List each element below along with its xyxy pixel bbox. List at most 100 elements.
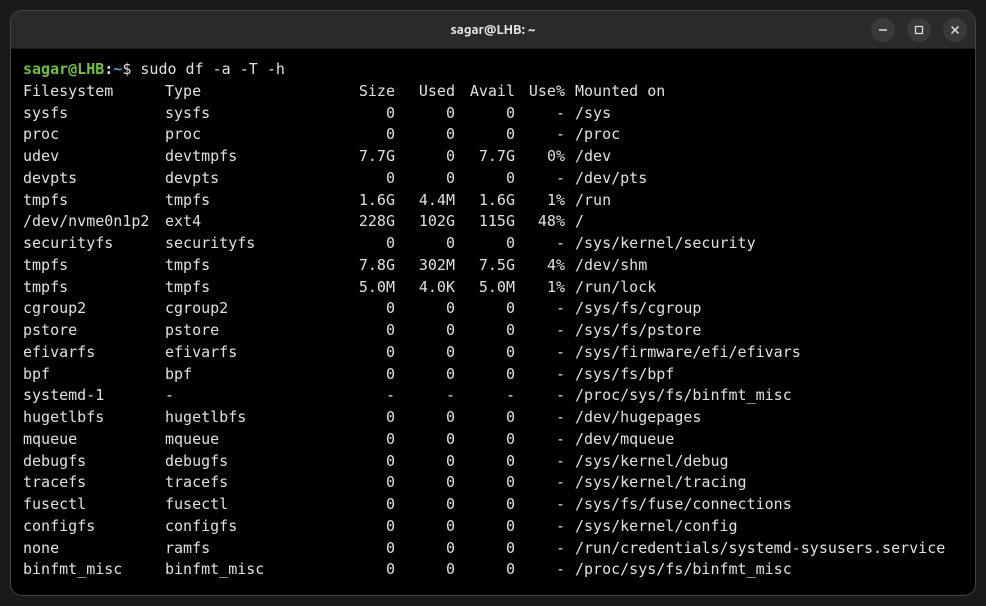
- cell-size: 0: [325, 516, 395, 538]
- cell-type: securityfs: [165, 233, 325, 255]
- cell-filesystem: efivarfs: [23, 342, 165, 364]
- cell-used: 0: [395, 342, 455, 364]
- cell-size: 0: [325, 538, 395, 560]
- cell-filesystem: debugfs: [23, 451, 165, 473]
- cell-usepct: 4%: [515, 255, 565, 277]
- cell-usepct: -: [515, 451, 565, 473]
- cell-mounted: /proc: [565, 124, 963, 146]
- cell-mounted: /sys/kernel/security: [565, 233, 963, 255]
- cell-used: 0: [395, 146, 455, 168]
- table-row: tmpfstmpfs5.0M4.0K5.0M1%/run/lock: [23, 277, 963, 299]
- cell-size: 0: [325, 168, 395, 190]
- close-button[interactable]: [943, 18, 967, 42]
- cell-type: -: [165, 385, 325, 407]
- cell-usepct: -: [515, 168, 565, 190]
- cell-usepct: 1%: [515, 190, 565, 212]
- table-row: noneramfs000-/run/credentials/systemd-sy…: [23, 538, 963, 560]
- cell-used: -: [395, 385, 455, 407]
- cell-size: 0: [325, 429, 395, 451]
- table-row: tmpfstmpfs7.8G302M7.5G4%/dev/shm: [23, 255, 963, 277]
- col-used: Used: [395, 81, 455, 103]
- cell-usepct: -: [515, 364, 565, 386]
- cell-avail: 0: [455, 124, 515, 146]
- cell-usepct: 1%: [515, 277, 565, 299]
- cell-size: 5.0M: [325, 277, 395, 299]
- cell-avail: 7.7G: [455, 146, 515, 168]
- col-filesystem: Filesystem: [23, 81, 165, 103]
- command-text: sudo df -a -T -h: [140, 60, 285, 78]
- cell-filesystem: devpts: [23, 168, 165, 190]
- cell-used: 0: [395, 407, 455, 429]
- cell-usepct: -: [515, 559, 565, 581]
- cell-filesystem: tracefs: [23, 472, 165, 494]
- cell-type: tmpfs: [165, 277, 325, 299]
- maximize-button[interactable]: [907, 18, 931, 42]
- col-avail: Avail: [455, 81, 515, 103]
- prompt-line: sagar@LHB:~$ sudo df -a -T -h: [23, 59, 963, 81]
- cell-mounted: /sys/fs/pstore: [565, 320, 963, 342]
- cell-mounted: /dev: [565, 146, 963, 168]
- table-row: cgroup2cgroup2000-/sys/fs/cgroup: [23, 298, 963, 320]
- titlebar: sagar@LHB: ~: [11, 11, 975, 49]
- minimize-button[interactable]: [871, 18, 895, 42]
- prompt-symbol: $: [122, 60, 140, 78]
- cell-used: 102G: [395, 211, 455, 233]
- cell-size: 0: [325, 407, 395, 429]
- cell-used: 0: [395, 559, 455, 581]
- cell-mounted: /sys/fs/fuse/connections: [565, 494, 963, 516]
- cell-used: 0: [395, 233, 455, 255]
- cell-mounted: /sys/firmware/efi/efivars: [565, 342, 963, 364]
- cell-avail: 0: [455, 538, 515, 560]
- maximize-icon: [914, 25, 924, 35]
- cell-usepct: -: [515, 538, 565, 560]
- cell-filesystem: hugetlbfs: [23, 407, 165, 429]
- cell-filesystem: pstore: [23, 320, 165, 342]
- table-row: pstorepstore000-/sys/fs/pstore: [23, 320, 963, 342]
- cell-mounted: /sys/kernel/tracing: [565, 472, 963, 494]
- cell-used: 0: [395, 320, 455, 342]
- cell-used: 0: [395, 472, 455, 494]
- cell-avail: 0: [455, 233, 515, 255]
- table-row: hugetlbfshugetlbfs000-/dev/hugepages: [23, 407, 963, 429]
- cell-size: 1.6G: [325, 190, 395, 212]
- terminal-body[interactable]: sagar@LHB:~$ sudo df -a -T -h Filesystem…: [11, 49, 975, 595]
- cell-avail: 0: [455, 342, 515, 364]
- cell-filesystem: securityfs: [23, 233, 165, 255]
- cell-used: 0: [395, 494, 455, 516]
- cell-usepct: -: [515, 103, 565, 125]
- cell-type: efivarfs: [165, 342, 325, 364]
- cell-type: proc: [165, 124, 325, 146]
- cell-usepct: 0%: [515, 146, 565, 168]
- cell-type: tmpfs: [165, 190, 325, 212]
- cell-size: 0: [325, 342, 395, 364]
- cell-type: tracefs: [165, 472, 325, 494]
- cell-avail: 0: [455, 429, 515, 451]
- cell-avail: 0: [455, 168, 515, 190]
- cell-size: -: [325, 385, 395, 407]
- table-row: securityfssecurityfs000-/sys/kernel/secu…: [23, 233, 963, 255]
- cell-avail: 0: [455, 298, 515, 320]
- cell-filesystem: /dev/nvme0n1p2: [23, 211, 165, 233]
- cell-filesystem: tmpfs: [23, 255, 165, 277]
- cell-usepct: -: [515, 429, 565, 451]
- cell-filesystem: cgroup2: [23, 298, 165, 320]
- cell-type: bpf: [165, 364, 325, 386]
- cell-filesystem: tmpfs: [23, 277, 165, 299]
- cell-mounted: /sys/kernel/debug: [565, 451, 963, 473]
- cell-filesystem: bpf: [23, 364, 165, 386]
- col-usepct: Use%: [515, 81, 565, 103]
- cell-filesystem: sysfs: [23, 103, 165, 125]
- cell-type: ramfs: [165, 538, 325, 560]
- cell-used: 4.4M: [395, 190, 455, 212]
- cell-type: pstore: [165, 320, 325, 342]
- cell-avail: 5.0M: [455, 277, 515, 299]
- cell-type: configfs: [165, 516, 325, 538]
- cell-size: 0: [325, 233, 395, 255]
- cell-used: 0: [395, 124, 455, 146]
- cell-usepct: -: [515, 320, 565, 342]
- cell-filesystem: binfmt_misc: [23, 559, 165, 581]
- cell-size: 7.8G: [325, 255, 395, 277]
- cell-filesystem: none: [23, 538, 165, 560]
- cell-filesystem: mqueue: [23, 429, 165, 451]
- cell-type: sysfs: [165, 103, 325, 125]
